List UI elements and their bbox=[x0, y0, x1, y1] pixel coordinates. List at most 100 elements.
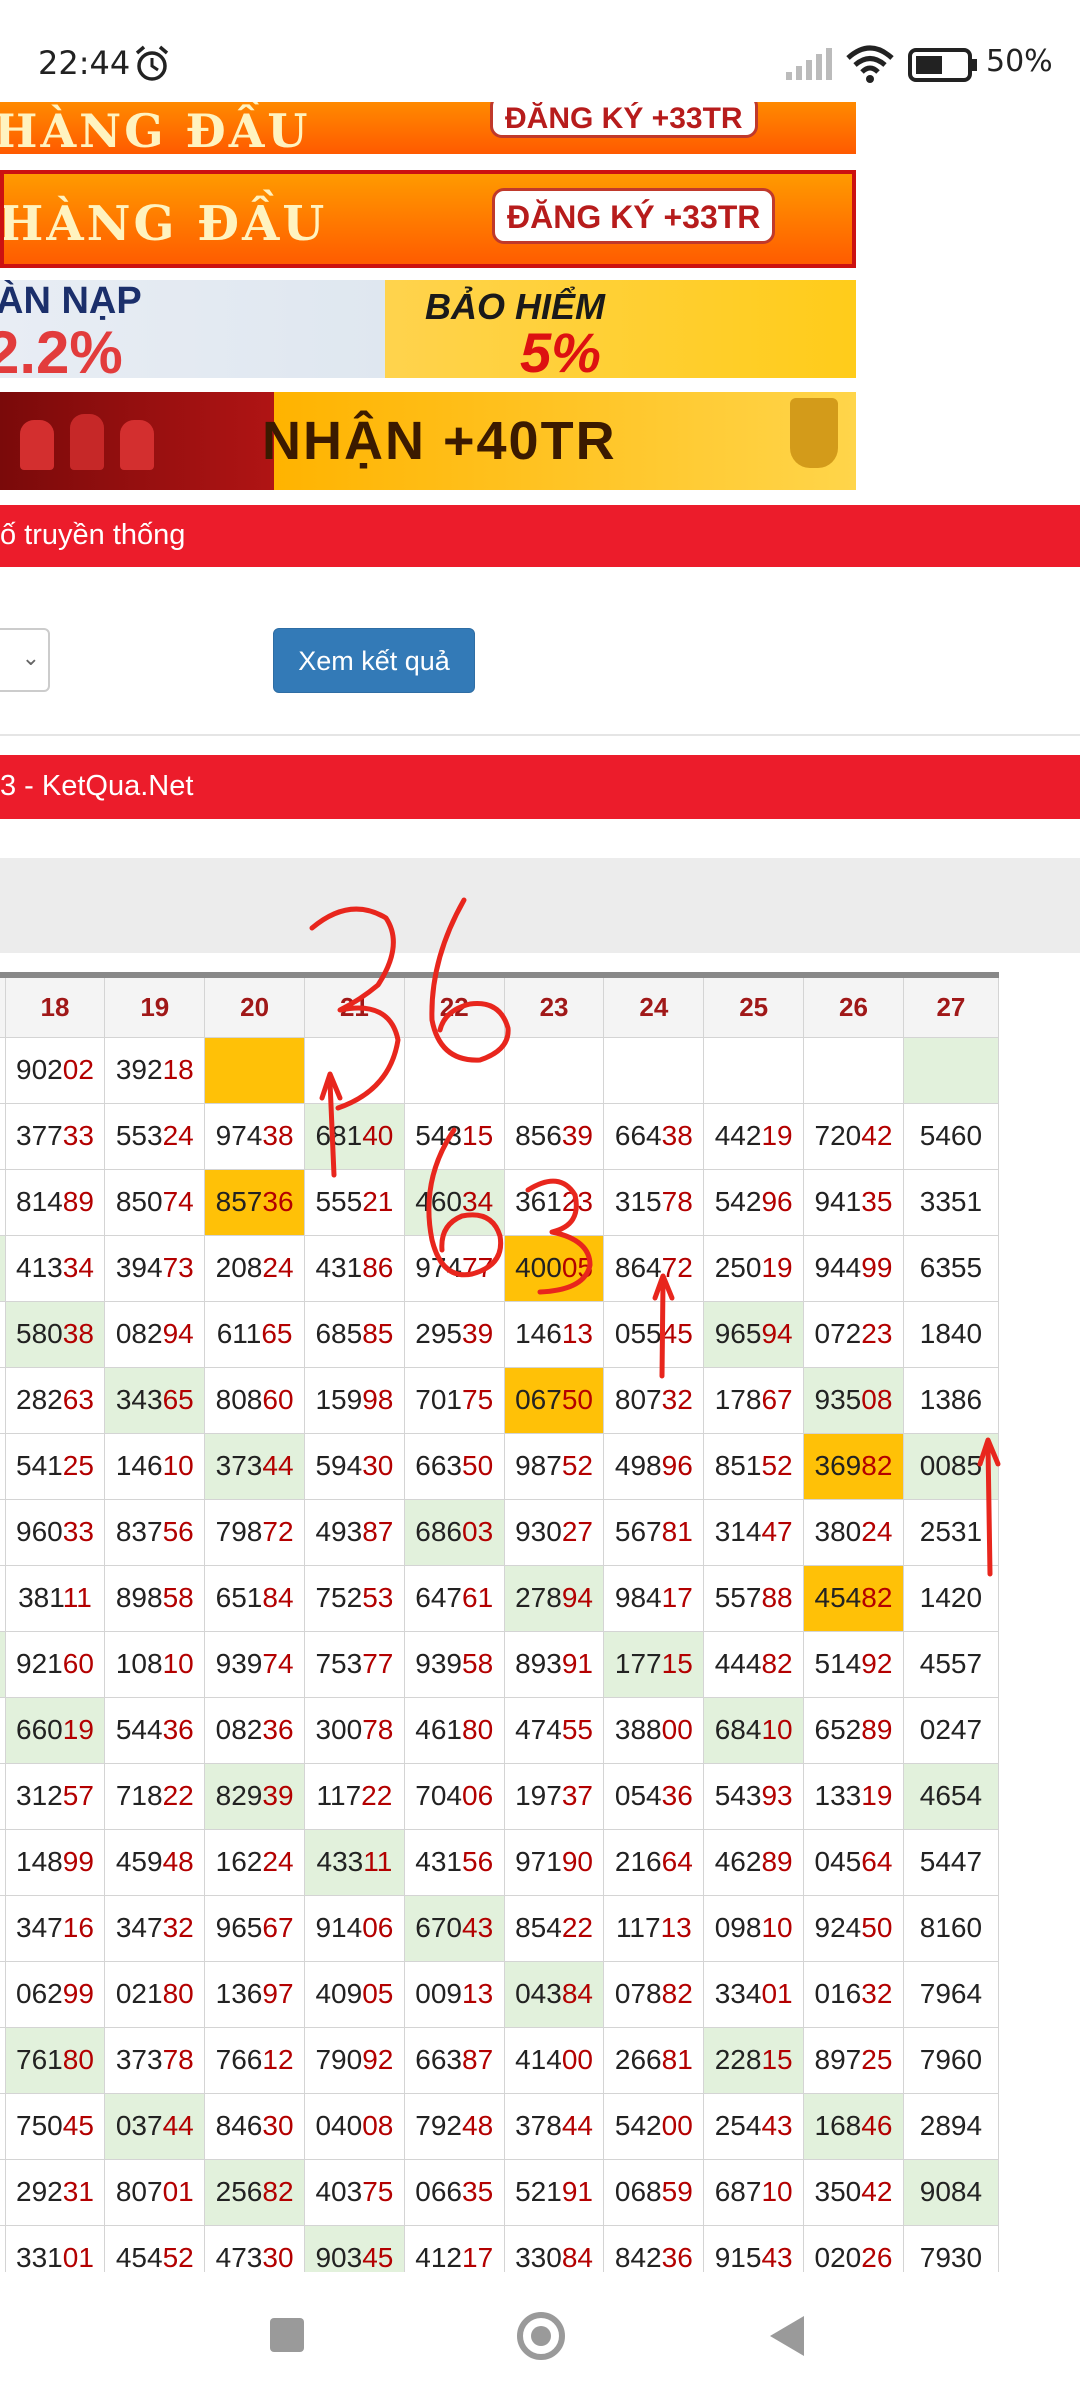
table-cell: 67043 bbox=[403, 1894, 505, 1962]
table-cell: 17867 bbox=[703, 1366, 805, 1434]
table-cell: 06750 bbox=[503, 1366, 605, 1434]
table-cell: 79248 bbox=[403, 2092, 505, 2160]
table-cell: 49896 bbox=[603, 1432, 705, 1500]
table-cell: 96567 bbox=[204, 1894, 305, 1962]
table-cell: 75377 bbox=[304, 1630, 405, 1698]
table-cell: 68603 bbox=[403, 1498, 505, 1566]
table-cell: 82939 bbox=[204, 1762, 305, 1830]
table-cell: 11722 bbox=[304, 1762, 405, 1830]
table-cell: 45482 bbox=[803, 1564, 904, 1632]
chevron-down-icon: ⌄ bbox=[21, 646, 40, 671]
table-cell: 75045 bbox=[4, 2092, 106, 2160]
date-select[interactable]: ⌄ bbox=[0, 628, 50, 692]
table-row: 5237733553249743868140543158563966438442… bbox=[0, 1102, 1000, 1170]
recents-button[interactable] bbox=[270, 2318, 304, 2352]
table-cell: 90345 bbox=[304, 2224, 405, 2272]
table-row: 0814899459481622443311431569719021664462… bbox=[0, 1828, 1000, 1896]
banner-3-left-top: ÀN NẠP bbox=[0, 280, 142, 322]
table-cell: 76180 bbox=[4, 2026, 106, 2094]
column-header: 27 bbox=[902, 972, 1000, 1038]
table-cell bbox=[902, 1036, 1000, 1104]
table-cell: 1840 bbox=[902, 1300, 1000, 1368]
table-cell: 2531 bbox=[902, 1498, 1000, 1566]
table-cell: 3351 bbox=[902, 1168, 1000, 1236]
table-cell: 58038 bbox=[4, 1300, 106, 1368]
players-image bbox=[20, 410, 190, 470]
table-cell: 38800 bbox=[603, 1696, 705, 1764]
table-cell: 10810 bbox=[104, 1630, 206, 1698]
home-button[interactable] bbox=[517, 2312, 565, 2360]
filter-area bbox=[0, 858, 1080, 953]
battery-icon bbox=[908, 48, 977, 82]
back-button[interactable] bbox=[770, 2316, 804, 2356]
result-header: 3 - KetQua.Net bbox=[0, 755, 1080, 819]
battery-level: 50% bbox=[986, 44, 1053, 79]
table-row: 5141334394732082443186974774000586472250… bbox=[0, 1234, 1000, 1302]
table-cell: 33401 bbox=[703, 1960, 805, 2028]
table-cell: 55788 bbox=[703, 1564, 805, 1632]
banner-3-right-bottom: 5% bbox=[520, 321, 601, 378]
table-cell: 47455 bbox=[503, 1696, 605, 1764]
table-cell: 7930 bbox=[902, 2224, 1000, 2272]
table-cell: 89391 bbox=[503, 1630, 605, 1698]
ad-banner-4[interactable]: NHẬN +40TR bbox=[0, 392, 856, 490]
results-table-container[interactable]: 18192021222324252627 4090202392185237733… bbox=[0, 972, 1080, 2272]
table-cell: 68710 bbox=[703, 2158, 805, 2226]
table-cell: 97438 bbox=[204, 1102, 305, 1170]
table-cell: 37344 bbox=[204, 1432, 305, 1500]
table-cell: 65184 bbox=[204, 1564, 305, 1632]
table-cell: 83756 bbox=[104, 1498, 206, 1566]
table-cell: 00913 bbox=[403, 1960, 505, 2028]
table-row: 409020239218 bbox=[0, 1036, 1000, 1104]
column-header: 23 bbox=[503, 972, 605, 1038]
table-row: 2466019544360823630078461804745538800684… bbox=[0, 1696, 1000, 1764]
table-row: 3538111898586518475253647612789498417557… bbox=[0, 1564, 1000, 1632]
table-cell: 80860 bbox=[204, 1366, 305, 1434]
table-cell: 45452 bbox=[104, 2224, 206, 2272]
navigation-bar bbox=[0, 2272, 1080, 2400]
table-cell: 81489 bbox=[4, 1168, 106, 1236]
table-cell: 93958 bbox=[403, 1630, 505, 1698]
view-results-button[interactable]: Xem kết quả bbox=[273, 628, 475, 693]
table-cell: 40905 bbox=[304, 1960, 405, 2028]
table-cell: 96594 bbox=[703, 1300, 805, 1368]
table-cell: 43156 bbox=[403, 1828, 505, 1896]
table-cell: 80732 bbox=[603, 1366, 705, 1434]
column-header: 22 bbox=[403, 972, 505, 1038]
table-cell: 76612 bbox=[204, 2026, 305, 2094]
ad-banner-3[interactable]: ÀN NẠP 2.2% BẢO HIỂM 5% bbox=[0, 280, 856, 378]
table-cell: 36982 bbox=[803, 1432, 904, 1500]
table-cell: 79872 bbox=[204, 1498, 305, 1566]
table-cell bbox=[304, 1036, 405, 1104]
table-cell: 41334 bbox=[4, 1234, 106, 1302]
table-cell: 14610 bbox=[104, 1432, 206, 1500]
table-row: 4334716347329656791406670438542211713098… bbox=[0, 1894, 1000, 1962]
banner-2-cta: ĐĂNG KÝ +33TR bbox=[492, 188, 776, 244]
table-cell: 75253 bbox=[304, 1564, 405, 1632]
table-cell: 4654 bbox=[902, 1762, 1000, 1830]
table-cell: 43311 bbox=[304, 1828, 405, 1896]
table-cell: 70175 bbox=[403, 1366, 505, 1434]
table-cell: 68410 bbox=[703, 1696, 805, 1764]
ad-banner-2[interactable]: HÀNG ĐẦU ĐĂNG KÝ +33TR bbox=[0, 170, 856, 268]
table-cell: 29231 bbox=[4, 2158, 106, 2226]
section-header: ố truyền thống bbox=[0, 505, 1080, 567]
table-cell: 98417 bbox=[603, 1564, 705, 1632]
banner-1-cta: ĐĂNG KÝ +33TR bbox=[490, 102, 758, 138]
alarm-icon bbox=[135, 45, 169, 81]
ad-banner-1[interactable]: HÀNG ĐẦU ĐĂNG KÝ +33TR bbox=[0, 102, 856, 154]
table-cell: 06859 bbox=[603, 2158, 705, 2226]
banner-1-text: HÀNG ĐẦU bbox=[0, 104, 311, 154]
column-header: 25 bbox=[703, 972, 805, 1038]
table-cell: 35042 bbox=[803, 2158, 904, 2226]
table-cell: 44482 bbox=[703, 1630, 805, 1698]
table-cell: 54296 bbox=[703, 1168, 805, 1236]
wifi-icon bbox=[846, 45, 894, 83]
home-icon bbox=[531, 2326, 551, 2346]
table-cell: 16224 bbox=[204, 1828, 305, 1896]
table-cell: 22815 bbox=[703, 2026, 805, 2094]
table-cell: 34365 bbox=[104, 1366, 206, 1434]
table-cell: 44219 bbox=[703, 1102, 805, 1170]
table-cell: 37378 bbox=[104, 2026, 206, 2094]
divider bbox=[0, 734, 1080, 736]
